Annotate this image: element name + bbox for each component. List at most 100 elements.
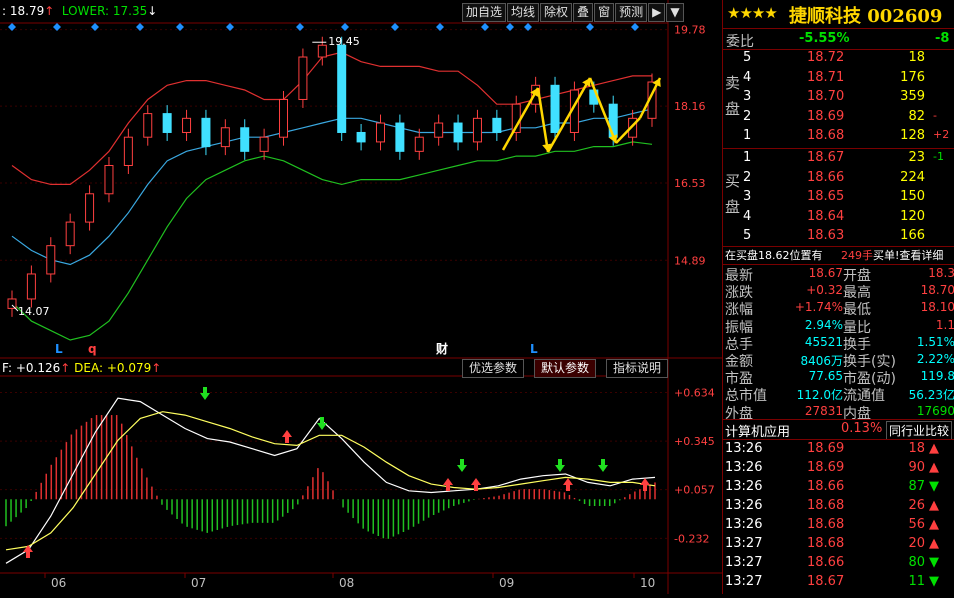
y-tick-label: 18.16 [674,100,706,113]
sell-level-row: 2 18.69 82- [723,109,954,127]
stat-value: 119.8 [920,369,954,384]
up-arrow-icon: ↑ [44,4,55,18]
stat-value: 77.65 [808,369,843,384]
chart-toolbar: 加自选 均线 除权 叠 窗 预测 ▶ ▼ [462,3,685,22]
tick-volume: 26 [908,498,925,513]
level-number: 1 [743,150,752,165]
macd-legend: F: +0.126↑ DEA: +0.079↑ [2,361,161,375]
add-favorite-button[interactable]: 加自选 [462,3,507,22]
up-arrow-icon: ▲ [929,460,939,475]
level-price: 18.65 [807,189,845,204]
tick-row: 13:26 18.66 87 ▼ [723,479,954,497]
event-diamond-icon [8,23,16,31]
candle-body [162,113,172,133]
sector-pct: 0.13% [841,421,883,436]
stat-value: 112.0亿 [796,388,843,403]
level-price: 18.66 [807,169,845,185]
play-button[interactable]: ▶ [648,3,666,22]
candle-body [182,117,192,133]
order-notice[interactable]: 在买盘18.62位置有 249手 买单!查看详细 [723,247,954,265]
kline-chart-area[interactable]: 19.78 18.16 16.53 14.89 +0.634 +0.345 +0.057 -… [0,0,722,594]
x-tick-label: 06 [51,576,66,590]
low-marker-label: 14.07 [18,305,50,318]
stat-value: 2.22% [916,352,954,366]
level-volume: 224 [900,169,925,185]
high-marker-label: 19.45 [328,35,360,48]
candle-body [7,298,17,309]
down-arrow-icon: ▼ [929,479,939,494]
stock-name: 捷顺科技 002609 [789,6,943,27]
sector-row: 计算机应用 0.13% 同行业比较 [723,421,954,440]
level-change: +2 [933,128,950,141]
y-tick-label: 14.89 [674,254,706,267]
sector-name[interactable]: 计算机应用 [725,421,790,440]
tab-default-params[interactable]: 默认参数 [534,359,597,378]
boll-legend: : 18.79↑ LOWER: 17.35↓ [2,4,157,18]
candle-body [356,131,366,143]
sell-level-row: 3 18.70 359 [723,89,954,107]
x-tick-label: 10 [640,576,655,590]
sell-level-row: 5 18.72 18 [723,50,954,68]
down-arrow-icon: ▼ [929,555,939,570]
tab-indicator-help[interactable]: 指标说明 [606,359,669,378]
candle-body [492,117,502,133]
overlay-button[interactable]: 叠 [573,3,594,22]
candle-body [279,98,289,138]
y-tick-label: 19.78 [674,24,706,37]
tick-row: 13:27 18.67 11 ▼ [723,574,954,592]
golden-cross-arrow-icon [563,478,573,491]
industry-compare-button[interactable]: 同行业比较 [886,421,953,440]
level-price: 18.71 [807,69,845,85]
boll-lower-value: LOWER: 17.35 [61,4,148,18]
wei-bi-value: -5.55% [799,31,850,46]
x-tick-label: 09 [499,576,514,590]
stat-value: 45521 [804,334,843,349]
tick-price: 18.68 [807,498,845,513]
buy-level-row: 3 18.65 150 [723,189,954,207]
chart-svg[interactable]: 19.78 18.16 16.53 14.89 +0.634 +0.345 +0.057 -… [0,0,722,594]
signal-label: L [55,342,63,356]
level-number: 2 [743,169,752,185]
level-number: 5 [743,50,752,65]
level-number: 4 [743,208,752,224]
tick-price: 18.67 [807,574,845,589]
death-cross-arrow-icon [200,387,210,400]
level-number: 3 [743,189,752,204]
forecast-button[interactable]: 预测 [615,3,648,22]
stat-value: 18.10 [920,300,954,315]
dropdown-button[interactable]: ▼ [666,3,684,22]
level-number: 3 [743,89,752,104]
stat-row: 市盈 77.65 市盈(动) 119.8 [723,368,954,387]
tab-optimal-params[interactable]: 优选参数 [462,359,525,378]
y-tick-label: +0.345 [674,435,715,448]
y-tick-label: +0.634 [674,386,715,399]
tick-row: 13:27 18.66 80 ▼ [723,555,954,573]
event-diamond-icon [296,23,304,31]
candle-body [395,122,405,152]
tick-volume: 20 [908,536,925,551]
tick-time: 13:26 [725,441,763,456]
y-tick-label: +0.057 [674,484,715,497]
up-arrow-icon: ▲ [929,517,939,532]
tick-price: 18.68 [807,517,845,532]
event-diamond-icon [391,23,399,31]
candle-body [85,193,95,223]
level-volume: 176 [900,69,925,85]
tick-row: 13:26 18.68 26 ▲ [723,498,954,516]
stat-value: 18.70 [920,283,954,298]
stat-value: 27831 [804,403,843,418]
tick-time: 13:26 [725,498,763,513]
level-volume: 82 [908,108,925,124]
window-button[interactable]: 窗 [594,3,615,22]
level-change: - [933,108,937,122]
event-diamond-icon [481,23,489,31]
event-diamond-icon [436,23,444,31]
moving-average-button[interactable]: 均线 [507,3,540,22]
y-tick-label: -0.232 [674,532,709,545]
event-diamond-icon [136,23,144,31]
stat-value: 2.94% [804,317,843,332]
candle-body [375,122,385,143]
candle-body [26,273,36,300]
signal-label: L [530,342,538,356]
ex-rights-button[interactable]: 除权 [540,3,573,22]
